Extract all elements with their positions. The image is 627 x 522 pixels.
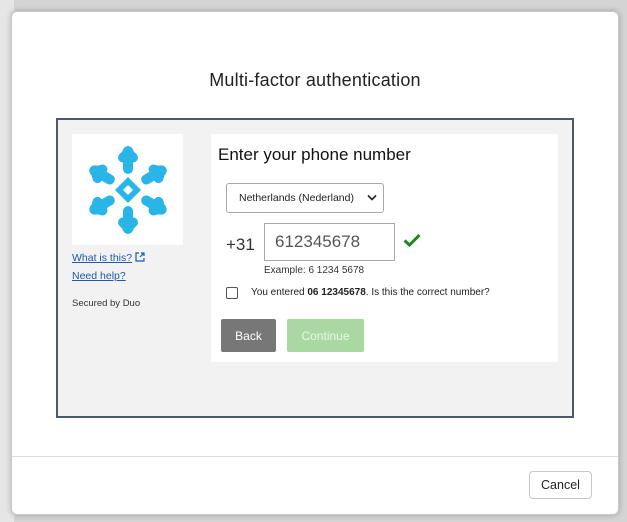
need-help-link[interactable]: Need help? [72, 270, 126, 282]
external-link-icon [135, 252, 145, 265]
cancel-button[interactable]: Cancel [529, 471, 592, 499]
confirm-checkbox[interactable] [226, 287, 238, 299]
panel-title: Enter your phone number [218, 145, 411, 164]
phone-input[interactable]: 612345678 [264, 223, 395, 261]
dial-code: +31 [226, 235, 255, 254]
confirm-label: You entered 06 12345678. Is this the cor… [251, 287, 490, 298]
mfa-modal: Multi-factor authentication What is this… [11, 11, 619, 515]
footer-divider [12, 456, 618, 457]
secured-by-duo: Secured by Duo [72, 298, 141, 309]
check-icon [403, 233, 421, 247]
enroll-panel: Enter your phone number Netherlands (Ned… [211, 134, 558, 362]
example-text: Example: 6 1234 5678 [264, 265, 365, 276]
country-selected: Netherlands (Nederland) [239, 192, 354, 204]
modal-title: Multi-factor authentication [209, 70, 421, 90]
chevron-down-icon [367, 194, 377, 201]
duo-frame: What is this? Need help? Secured by Duo … [56, 118, 574, 418]
back-button[interactable]: Back [221, 319, 276, 352]
logo [72, 134, 183, 245]
snowflake-logo-icon [82, 146, 174, 236]
country-select[interactable]: Netherlands (Nederland) [226, 183, 384, 213]
continue-button[interactable]: Continue [287, 319, 364, 352]
what-is-this-link[interactable]: What is this? [72, 252, 145, 265]
